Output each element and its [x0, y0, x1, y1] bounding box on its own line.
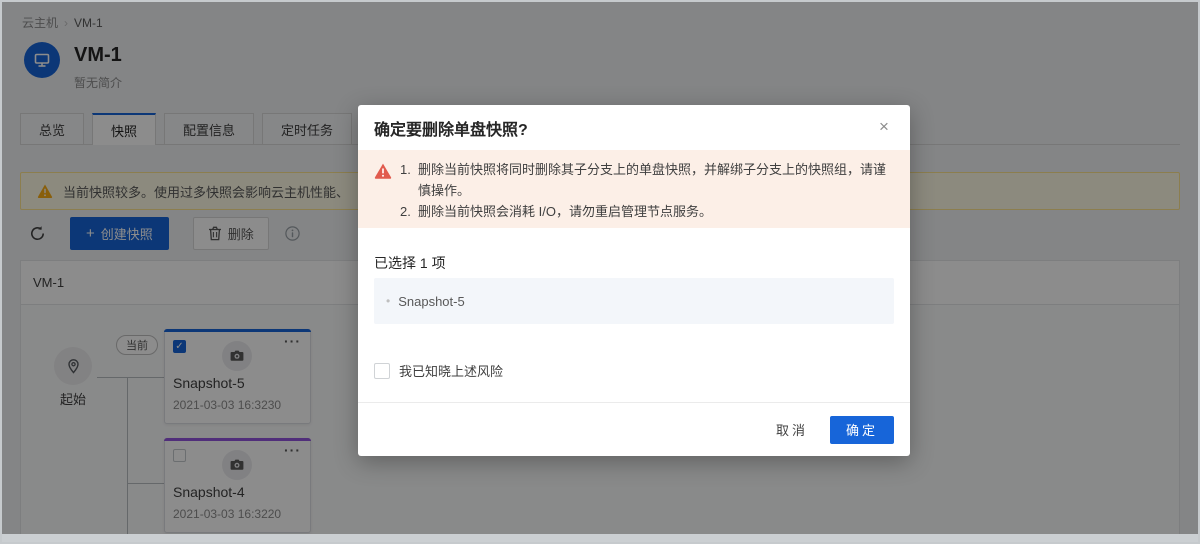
dialog-footer: 取消 确定 — [358, 402, 910, 456]
warning-triangle-icon — [374, 162, 392, 228]
cancel-button[interactable]: 取消 — [776, 420, 808, 439]
warning-text: 删除当前快照将同时删除其子分支上的单盘快照，并解绑子分支上的快照组，请谨慎操作。 — [418, 159, 894, 201]
confirm-button[interactable]: 确定 — [830, 416, 894, 444]
list-bullet: • — [386, 294, 390, 308]
warning-item: 1. 删除当前快照将同时删除其子分支上的单盘快照，并解绑子分支上的快照组，请谨慎… — [400, 159, 894, 201]
selected-count-label: 已选择 1 项 — [374, 253, 446, 273]
dialog-header: 确定要删除单盘快照? — [358, 105, 910, 150]
risk-label: 我已知晓上述风险 — [399, 361, 503, 380]
risk-checkbox[interactable] — [374, 363, 390, 379]
app-window: 云主机›VM-1 VM-1 暂无简介 总览 快照 配置信息 定时任务 当前快照较… — [0, 0, 1200, 544]
window-bottom-strip — [0, 534, 1200, 544]
warning-text: 删除当前快照会消耗 I/O，请勿重启管理节点服务。 — [418, 201, 894, 222]
warning-number: 2. — [400, 201, 418, 222]
dialog-title: 确定要删除单盘快照? — [374, 116, 528, 140]
delete-snapshot-dialog: 确定要删除单盘快照? × 1. 删除当前快照将同时删除其子分支上的单盘快照，并解… — [358, 105, 910, 456]
selected-items-box: • Snapshot-5 — [374, 278, 894, 324]
selected-item-name: Snapshot-5 — [398, 294, 465, 309]
warning-item: 2. 删除当前快照会消耗 I/O，请勿重启管理节点服务。 — [400, 201, 894, 222]
warning-list: 1. 删除当前快照将同时删除其子分支上的单盘快照，并解绑子分支上的快照组，请谨慎… — [400, 159, 894, 228]
dialog-warning-box: 1. 删除当前快照将同时删除其子分支上的单盘快照，并解绑子分支上的快照组，请谨慎… — [358, 150, 910, 228]
warning-number: 1. — [400, 159, 418, 201]
close-icon[interactable]: × — [872, 115, 896, 139]
risk-acknowledge-row[interactable]: 我已知晓上述风险 — [374, 361, 503, 380]
